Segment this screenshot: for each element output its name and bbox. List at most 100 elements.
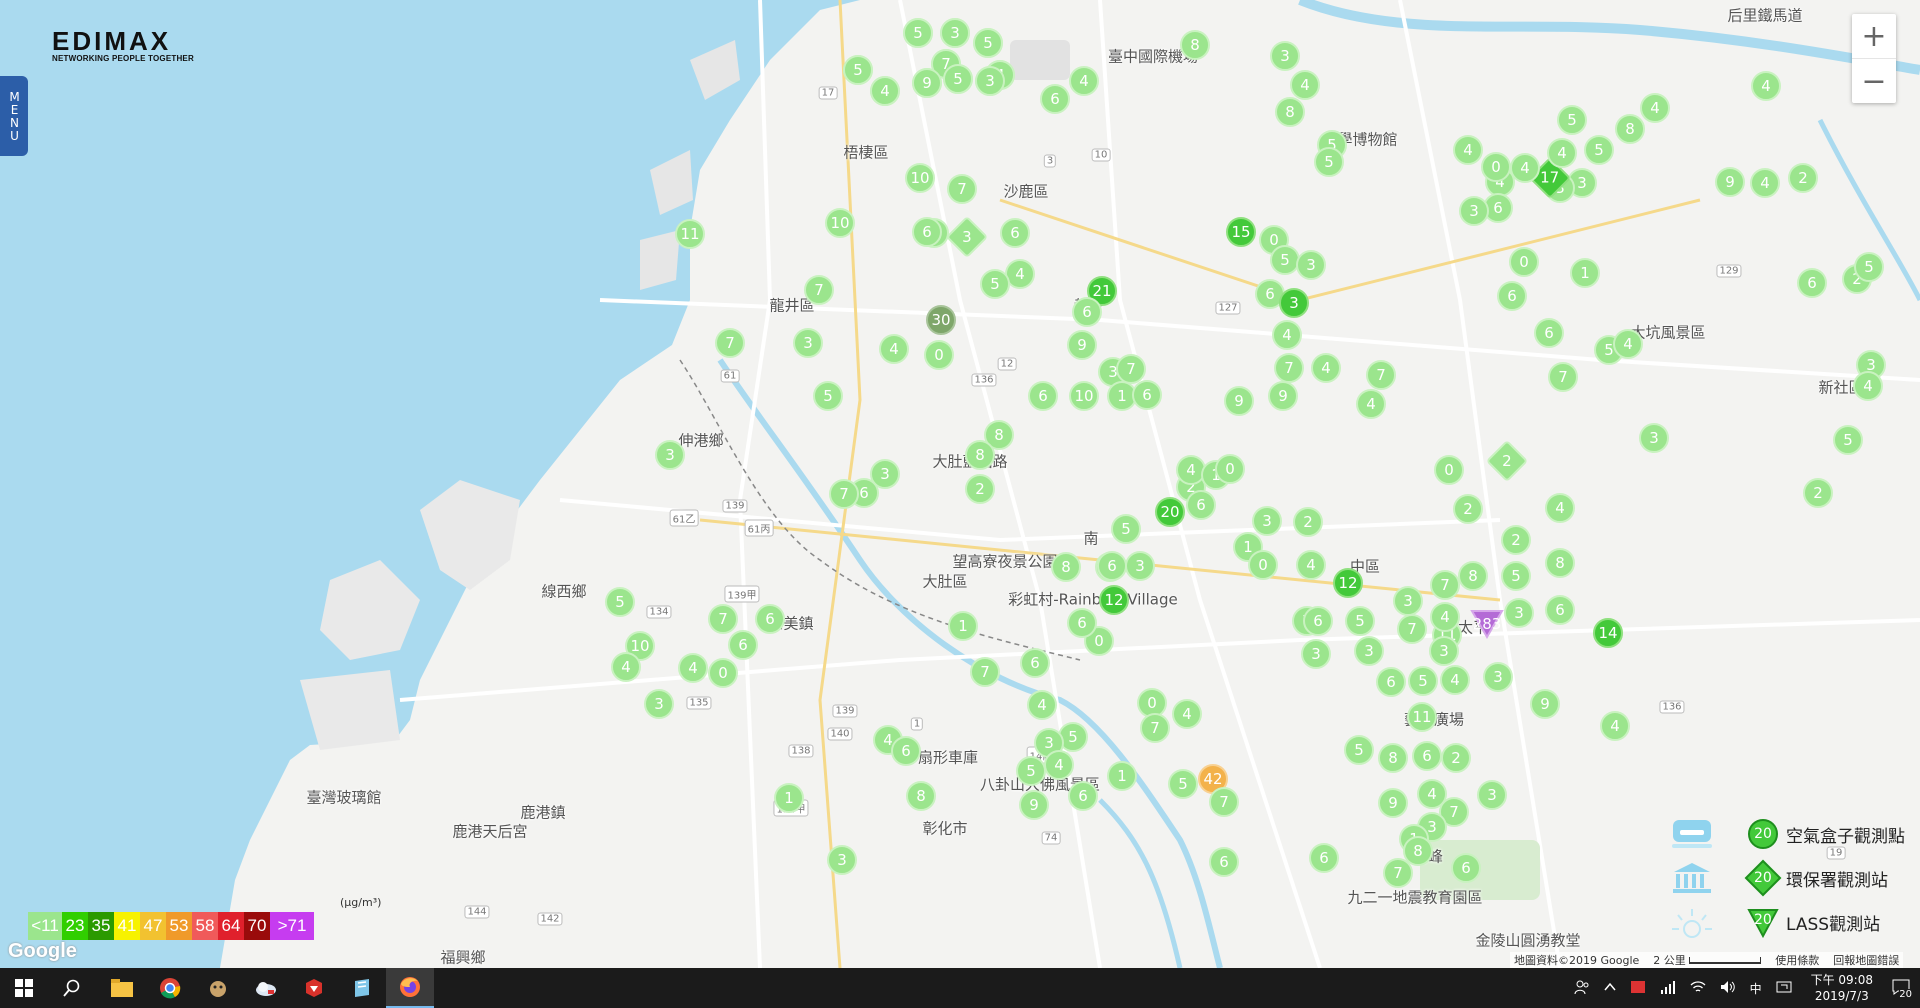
station-marker[interactable]: 5 (1314, 147, 1344, 177)
station-marker[interactable]: 1 (1107, 761, 1137, 791)
chevron-up-icon[interactable] (1604, 981, 1616, 995)
station-marker[interactable]: 2 (1803, 478, 1833, 508)
station-marker[interactable]: 3 (1504, 598, 1534, 628)
station-marker[interactable]: 3 (1459, 196, 1489, 226)
station-marker[interactable]: 7 (1209, 787, 1239, 817)
station-marker[interactable]: 3 (1429, 636, 1459, 666)
station-marker[interactable]: 4 (1547, 138, 1577, 168)
station-marker[interactable]: 6 (1497, 281, 1527, 311)
station-marker[interactable]: 5 (1168, 769, 1198, 799)
station-marker[interactable]: 3 (1279, 288, 1309, 318)
station-marker[interactable]: 6 (1132, 380, 1162, 410)
station-marker[interactable]: 9 (1019, 790, 1049, 820)
station-marker[interactable]: 7 (1274, 353, 1304, 383)
station-marker[interactable]: 6 (1068, 781, 1098, 811)
station-marker[interactable]: 7 (829, 479, 859, 509)
station-marker[interactable]: 6 (1412, 741, 1442, 771)
station-marker[interactable]: 3 (655, 440, 685, 470)
station-marker[interactable]: 3 (1270, 41, 1300, 71)
station-marker[interactable]: 0 (924, 340, 954, 370)
station-marker[interactable]: 4 (1853, 371, 1883, 401)
station-marker[interactable]: 7 (1430, 570, 1460, 600)
station-marker[interactable]: 8 (1458, 561, 1488, 591)
station-marker[interactable]: 7 (1116, 354, 1146, 384)
station-marker[interactable]: 4 (1069, 66, 1099, 96)
station-marker[interactable]: 8 (906, 781, 936, 811)
network-icon[interactable] (1660, 980, 1676, 997)
chrome-icon[interactable] (146, 968, 194, 1008)
station-marker[interactable]: 7 (715, 328, 745, 358)
station-marker[interactable]: 6 (1209, 847, 1239, 877)
station-marker[interactable]: 3 (1296, 250, 1326, 280)
station-marker[interactable]: 6 (1040, 84, 1070, 114)
station-marker[interactable]: 4 (1430, 602, 1460, 632)
station-marker[interactable]: 3 (1252, 506, 1282, 536)
station-marker[interactable]: 5 (1270, 245, 1300, 275)
station-marker[interactable]: 5 (1833, 425, 1863, 455)
station-marker[interactable]: 4 (1311, 353, 1341, 383)
station-marker[interactable]: 4 (870, 76, 900, 106)
station-marker[interactable]: 3 (940, 18, 970, 48)
station-marker[interactable]: 2 (1453, 494, 1483, 524)
station-marker[interactable]: 9 (1378, 788, 1408, 818)
station-marker[interactable]: 4 (1453, 135, 1483, 165)
station-marker[interactable]: 5 (980, 269, 1010, 299)
station-marker[interactable]: 6 (1534, 318, 1564, 348)
map-canvas[interactable]: 梧棲區 沙鹿區 龍井區 大肚區 線西鄉 鹿港鎮 彰化市 大坑風景區 新社區 臺中… (0, 0, 1920, 968)
station-marker[interactable]: 7 (947, 174, 977, 204)
station-marker[interactable]: 4 (1290, 70, 1320, 100)
station-marker[interactable]: 4 (1027, 690, 1057, 720)
station-marker[interactable]: 6 (1451, 853, 1481, 883)
people-icon[interactable] (1574, 979, 1590, 998)
station-marker[interactable]: 4 (1417, 779, 1447, 809)
firefox-icon[interactable] (386, 968, 434, 1008)
volume-icon[interactable] (1720, 980, 1736, 997)
station-marker[interactable]: 5 (1344, 735, 1374, 765)
station-marker[interactable]: 4 (1044, 750, 1074, 780)
station-marker[interactable]: 4 (1640, 93, 1670, 123)
station-marker[interactable]: 6 (1545, 595, 1575, 625)
station-marker[interactable]: 7 (1366, 360, 1396, 390)
station-marker[interactable]: 7 (970, 657, 1000, 687)
station-marker[interactable]: 6 (728, 630, 758, 660)
station-marker[interactable]: 5 (943, 64, 973, 94)
clock[interactable]: 下午 09:08 2019/7/3 (1811, 972, 1873, 1004)
cloud-app-icon[interactable] (242, 968, 290, 1008)
squirrel-app-icon[interactable] (194, 968, 242, 1008)
station-marker[interactable]: 283 (1470, 609, 1504, 639)
red-app-icon[interactable] (290, 968, 338, 1008)
station-marker[interactable]: 3 (1483, 662, 1513, 692)
station-marker[interactable]: 8 (1051, 552, 1081, 582)
station-marker[interactable]: 4 (1600, 711, 1630, 741)
station-marker[interactable]: 6 (912, 217, 942, 247)
ime-indicator[interactable]: 中 (1750, 980, 1762, 997)
station-marker[interactable]: 3 (793, 328, 823, 358)
antivirus-icon[interactable] (1630, 979, 1646, 998)
station-marker[interactable]: 2 (1293, 507, 1323, 537)
station-marker[interactable]: 4 (678, 653, 708, 683)
station-marker[interactable]: 3 (1393, 586, 1423, 616)
station-marker[interactable]: 10 (1069, 381, 1099, 411)
station-marker[interactable]: 5 (813, 381, 843, 411)
station-marker[interactable]: 5 (843, 55, 873, 85)
station-marker[interactable]: 3 (1354, 636, 1384, 666)
station-marker[interactable]: 15 (1226, 217, 1256, 247)
station-marker[interactable]: 4 (1750, 168, 1780, 198)
station-marker[interactable]: 7 (708, 604, 738, 634)
station-marker[interactable]: 5 (1501, 561, 1531, 591)
station-marker[interactable]: 7 (1397, 614, 1427, 644)
station-marker[interactable]: 4 (1356, 389, 1386, 419)
station-marker[interactable]: 0 (1248, 550, 1278, 580)
station-marker[interactable]: 4 (1440, 665, 1470, 695)
station-marker[interactable]: 10 (825, 208, 855, 238)
station-marker[interactable]: 0 (1434, 455, 1464, 485)
report-error-link[interactable]: 回報地圖錯誤 (1833, 952, 1899, 968)
station-marker[interactable]: 11 (675, 219, 705, 249)
station-marker[interactable]: 9 (1715, 167, 1745, 197)
station-marker[interactable]: 8 (1275, 97, 1305, 127)
station-marker[interactable]: 6 (1376, 667, 1406, 697)
station-marker[interactable]: 5 (1016, 756, 1046, 786)
station-marker[interactable]: 0 (708, 658, 738, 688)
station-marker[interactable]: 6 (1186, 490, 1216, 520)
station-marker[interactable]: 0 (1509, 247, 1539, 277)
